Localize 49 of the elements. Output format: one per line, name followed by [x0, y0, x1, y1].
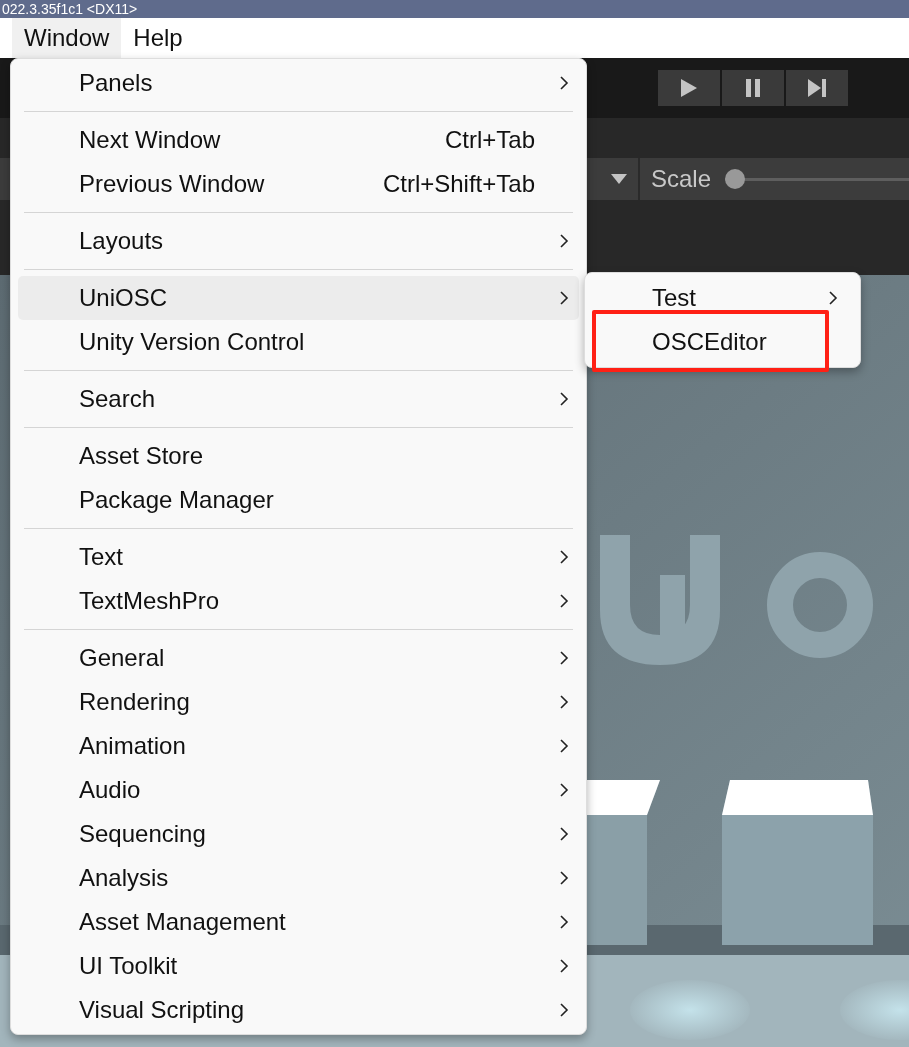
menu-item[interactable]: Analysis — [18, 856, 579, 900]
menu-item-label: Rendering — [79, 688, 190, 716]
menu-item[interactable]: Package Manager — [18, 478, 579, 522]
menu-item-label: Asset Management — [79, 908, 286, 936]
menu-item[interactable]: Unity Version Control — [18, 320, 579, 364]
menu-item[interactable]: UniOSC — [18, 276, 579, 320]
shortcut-text: Ctrl+Tab — [444, 126, 535, 154]
menu-item-label: Search — [79, 385, 156, 413]
menu-item-label: UI Toolkit — [79, 952, 178, 980]
menu-item-label: Previous Window — [79, 170, 265, 198]
menu-item-label: General — [79, 644, 165, 672]
menu-item[interactable]: Next Window Ctrl+Tab — [18, 118, 579, 162]
menu-item[interactable]: Asset Management — [18, 900, 579, 944]
menu-item[interactable]: Rendering — [18, 680, 579, 724]
menu-item-label: OSCEditor — [652, 328, 767, 356]
menu-item-label: Sequencing — [79, 820, 206, 848]
menu-item[interactable]: Search — [18, 377, 579, 421]
menu-item-label: Audio — [79, 776, 141, 804]
menu-item[interactable]: General — [18, 636, 579, 680]
menu-item-label: Layouts — [79, 227, 164, 255]
menu-item[interactable]: Previous Window Ctrl+Shift+Tab — [18, 162, 579, 206]
menu-item-label: Asset Store — [79, 442, 204, 470]
menu-item-label: Visual Scripting — [79, 996, 244, 1024]
menu-item[interactable]: UI Toolkit — [18, 944, 579, 988]
menu-bar-item[interactable]: Help — [121, 18, 195, 58]
menu-item[interactable]: OSCEditor — [591, 320, 854, 364]
menu-item-label: Analysis — [79, 864, 169, 892]
menu-bar-item[interactable]: Window — [12, 18, 122, 58]
menu-item-label: Text — [79, 543, 123, 571]
menu-item-label: TextMeshPro — [79, 587, 220, 615]
scale-label: Scale — [651, 165, 712, 193]
shortcut-text: Ctrl+Shift+Tab — [382, 170, 535, 198]
menu-item[interactable]: TextMeshPro — [18, 579, 579, 623]
menu-item-label: Next Window — [79, 126, 221, 154]
menu-item-label: Test — [652, 284, 696, 312]
menu-item[interactable]: Sequencing — [18, 812, 579, 856]
menu-item[interactable]: Visual Scripting — [18, 988, 579, 1032]
window-title: 022.3.35f1c1 <DX11> — [1, 1, 138, 17]
menu-item[interactable]: Text — [18, 535, 579, 579]
menu-item-label: Animation — [79, 732, 186, 760]
menu-item[interactable]: Panels — [18, 61, 579, 105]
menu-item-label: Panels — [79, 69, 153, 97]
menu-item-label: Unity Version Control — [79, 328, 305, 356]
menu-item[interactable]: Audio — [18, 768, 579, 812]
menu-item[interactable]: Asset Store — [18, 434, 579, 478]
menu-item[interactable]: Animation — [18, 724, 579, 768]
menu-item-label: UniOSC — [79, 284, 168, 312]
menu-item-label: Package Manager — [79, 486, 274, 514]
menu-item[interactable]: Test — [591, 276, 854, 320]
